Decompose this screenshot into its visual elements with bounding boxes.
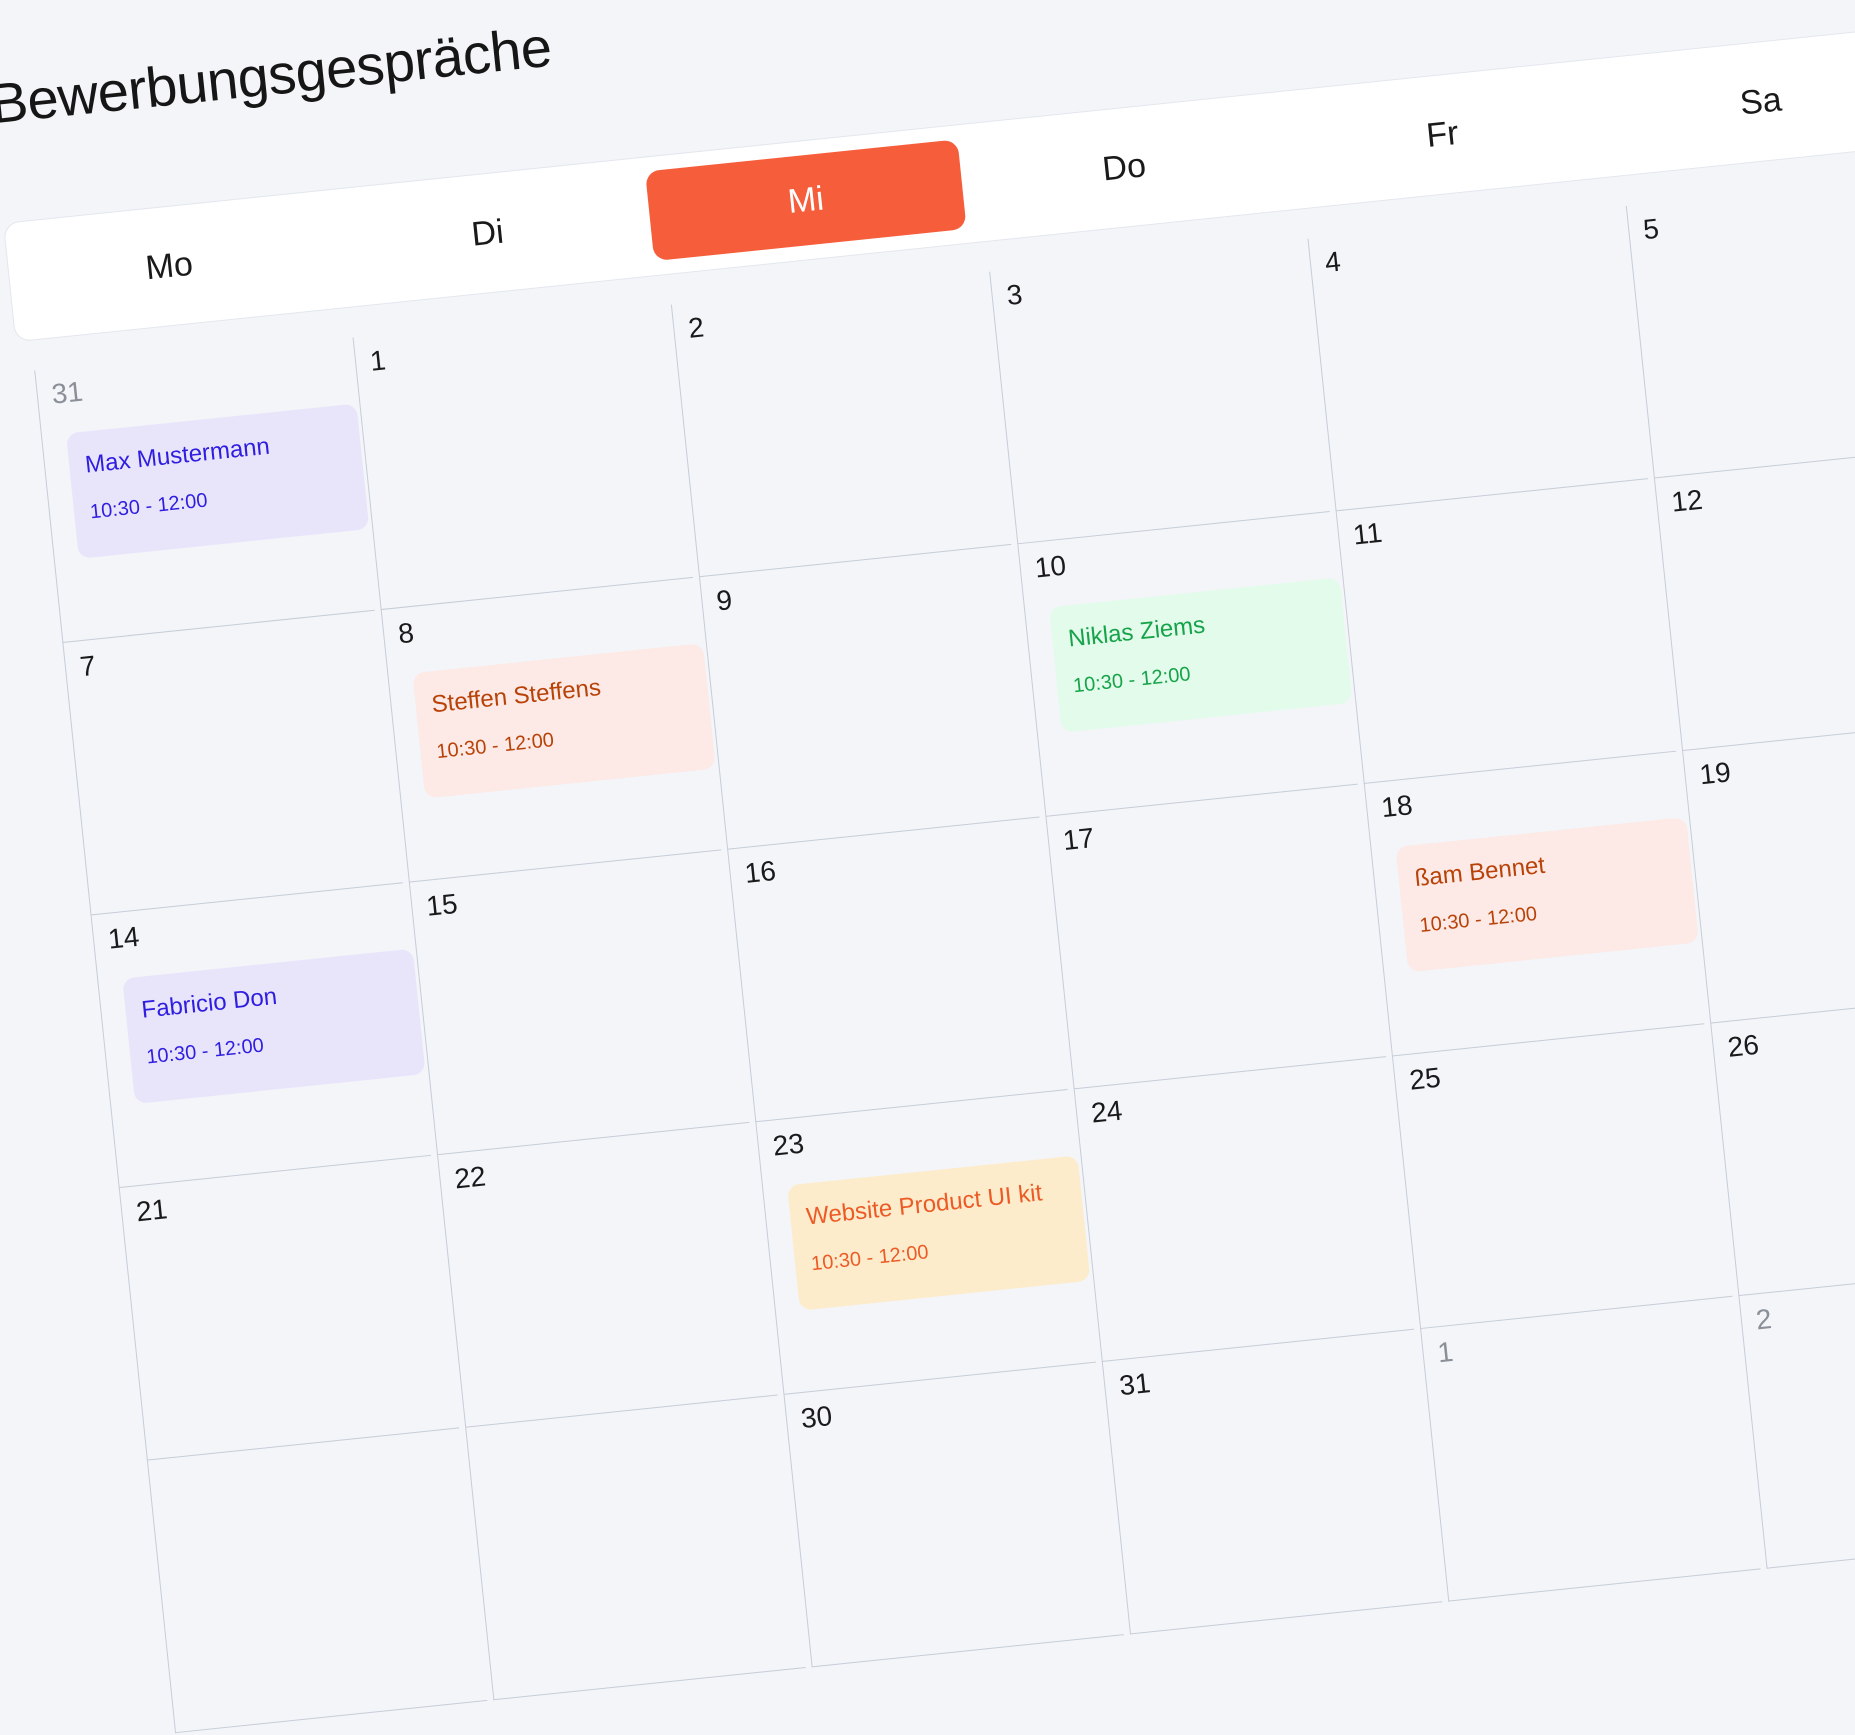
weekday-mi[interactable]: Mi — [645, 139, 967, 262]
weekday-do[interactable]: Do — [963, 106, 1285, 228]
day-number: 23 — [771, 1127, 806, 1162]
day-number: 2 — [686, 311, 706, 344]
day-cell[interactable]: 10 Niklas Ziems 10:30 - 12:00 — [1017, 512, 1358, 817]
day-number: 22 — [453, 1160, 488, 1195]
day-number: 1 — [368, 344, 388, 377]
page-title: Bewerbungsgespräche — [0, 14, 555, 136]
day-number: 26 — [1726, 1028, 1761, 1063]
day-number: 5 — [1641, 212, 1661, 246]
event-card[interactable]: Fabricio Don 10:30 - 12:00 — [122, 948, 426, 1104]
day-cell[interactable]: 18 ßam Bennet 10:30 - 12:00 — [1363, 751, 1705, 1057]
event-card[interactable]: Niklas Ziems 10:30 - 12:00 — [1048, 577, 1353, 733]
day-number: 16 — [743, 854, 778, 889]
day-cell[interactable]: 2 — [670, 272, 1012, 578]
event-name: Niklas Ziems — [1066, 611, 1207, 653]
day-cell[interactable]: 23 Website Product UI kit 10:30 - 12:00 — [755, 1090, 1096, 1395]
day-cell[interactable]: 8 Steffen Steffens 10:30 - 12:00 — [380, 577, 722, 883]
day-cell[interactable]: 31 Max Mustermann 10:30 - 12:00 — [34, 338, 375, 643]
day-cell[interactable]: 3 — [989, 239, 1330, 545]
event-name: Max Mustermann — [83, 432, 272, 479]
day-number: 11 — [1351, 516, 1384, 551]
day-cell[interactable]: 4 — [1307, 206, 1648, 512]
weekday-fr[interactable]: Fr — [1282, 74, 1604, 196]
day-cell[interactable]: 14 Fabricio Don 10:30 - 12:00 — [90, 883, 432, 1189]
event-card[interactable]: Website Product UI kit 10:30 - 12:00 — [787, 1155, 1091, 1311]
day-cell[interactable]: 1 — [1420, 1296, 1761, 1602]
event-name: Website Product UI kit — [804, 1179, 1044, 1231]
day-cell[interactable]: 30 — [783, 1362, 1125, 1668]
day-number: 24 — [1089, 1094, 1124, 1129]
calendar-view: Bewerbungsgespräche Mo Di Mi Do Fr Sa 31 Max M… — [0, 0, 1855, 1734]
event-card[interactable]: ßam Bennet 10:30 - 12:00 — [1395, 817, 1699, 973]
day-number: 8 — [396, 616, 416, 650]
day-number: 21 — [134, 1193, 169, 1228]
day-cell[interactable]: 19 — [1682, 718, 1855, 1024]
event-time: 10:30 - 12:00 — [810, 1241, 930, 1276]
day-cell[interactable] — [146, 1428, 488, 1734]
day-number: 31 — [50, 375, 85, 410]
day-cell[interactable]: 24 — [1073, 1057, 1415, 1362]
day-cell[interactable]: 22 — [437, 1122, 778, 1428]
day-number: 17 — [1061, 822, 1096, 857]
day-number: 2 — [1754, 1302, 1774, 1336]
day-number: 31 — [1117, 1367, 1152, 1402]
weekday-di[interactable]: Di — [327, 172, 649, 294]
day-number: 9 — [714, 584, 734, 617]
day-number: 10 — [1033, 549, 1068, 584]
event-time: 10:30 - 12:00 — [89, 489, 209, 524]
day-cell[interactable]: 12 — [1653, 446, 1855, 752]
day-cell[interactable]: 16 — [727, 817, 1068, 1123]
day-number: 1 — [1436, 1335, 1455, 1369]
day-number: 15 — [424, 887, 460, 922]
event-time: 10:30 - 12:00 — [1072, 663, 1192, 698]
day-cell[interactable]: 15 — [408, 850, 750, 1156]
day-number: 14 — [106, 920, 141, 955]
event-time: 10:30 - 12:00 — [145, 1034, 265, 1069]
day-cell[interactable]: 17 — [1045, 784, 1387, 1090]
day-cell[interactable]: 21 — [118, 1155, 460, 1461]
day-cell[interactable]: 11 — [1335, 479, 1677, 784]
day-cell[interactable]: 25 — [1391, 1024, 1733, 1330]
day-number: 18 — [1379, 789, 1414, 824]
event-name: Steffen Steffens — [430, 673, 603, 719]
day-number: 7 — [78, 649, 98, 683]
weekday-mo[interactable]: Mo — [8, 205, 330, 327]
day-number: 12 — [1669, 483, 1705, 518]
event-name: ßam Bennet — [1413, 851, 1547, 893]
event-time: 10:30 - 12:00 — [1418, 902, 1539, 937]
day-number: 19 — [1698, 756, 1733, 791]
day-cell[interactable] — [465, 1395, 806, 1701]
day-cell[interactable]: 5 — [1625, 173, 1855, 479]
weekday-sa[interactable]: Sa — [1600, 41, 1855, 163]
event-name: Fabricio Don — [140, 982, 279, 1024]
day-cell[interactable]: 31 — [1101, 1329, 1443, 1635]
event-card[interactable]: Steffen Steffens 10:30 - 12:00 — [412, 643, 716, 799]
day-cell[interactable]: 9 — [699, 544, 1040, 850]
day-cell[interactable]: 26 — [1710, 991, 1855, 1297]
day-number: 3 — [1005, 278, 1024, 312]
event-card[interactable]: Max Mustermann 10:30 - 12:00 — [65, 403, 370, 559]
day-number: 30 — [799, 1400, 834, 1435]
day-number: 4 — [1323, 245, 1343, 279]
day-number: 25 — [1407, 1061, 1443, 1096]
day-cell[interactable]: 7 — [62, 610, 403, 916]
event-time: 10:30 - 12:00 — [435, 729, 556, 764]
day-cell[interactable]: 1 — [352, 305, 694, 611]
